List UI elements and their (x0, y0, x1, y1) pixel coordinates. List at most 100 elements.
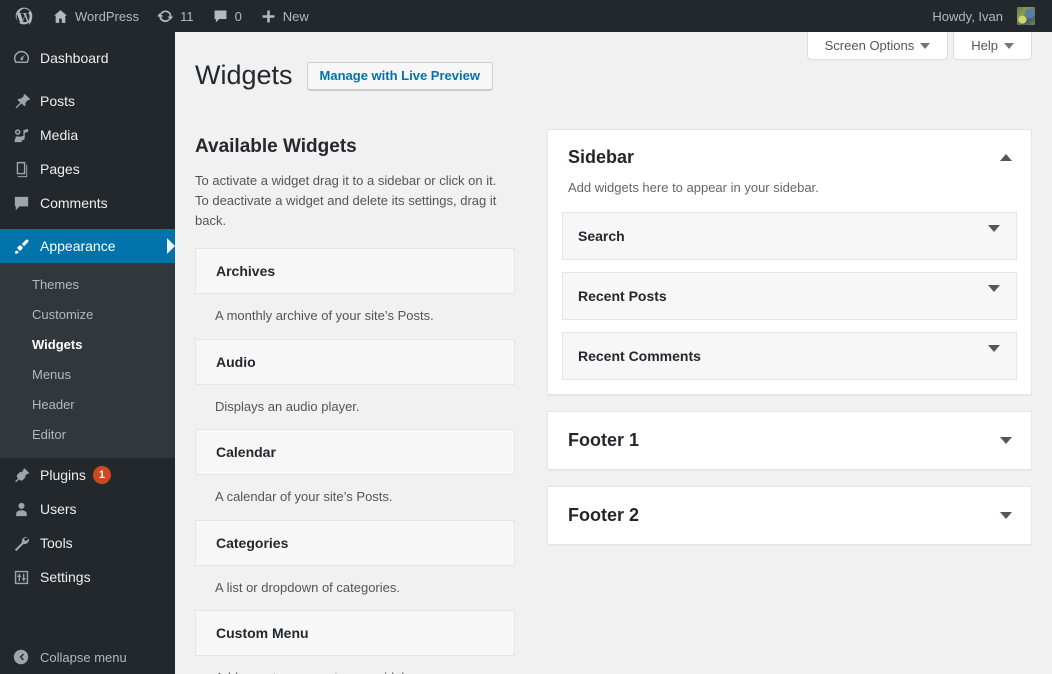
sidebar-widget-item[interactable]: Recent Comments (562, 331, 1017, 380)
plugins-update-badge: 1 (92, 466, 111, 484)
page-header: Widgets Manage with Live Preview (195, 58, 493, 93)
help-tab[interactable]: Help (953, 32, 1032, 60)
home-icon (54, 9, 67, 23)
content-area: Screen Options Help Widgets Manage with … (175, 32, 1052, 674)
widget-card-description: A calendar of your site’s Posts. (215, 489, 393, 505)
sidebar-widget-item[interactable]: Recent Posts (562, 271, 1017, 320)
sidebar-item-users[interactable]: Users (0, 492, 175, 526)
sidebar-item-posts[interactable]: Posts (0, 84, 175, 118)
sidebar-panel-footer-1: Footer 1 (547, 410, 1032, 470)
screen-options-label: Screen Options (824, 38, 915, 53)
widget-card[interactable]: Audio (195, 338, 515, 385)
sidebar-widget-title: Recent Comments (578, 347, 701, 364)
sidebar-item-label: Tools (40, 535, 73, 551)
collapse-menu-button[interactable]: Collapse menu (0, 640, 175, 674)
sidebar-item-label: Posts (40, 93, 76, 109)
sidebar-item-media[interactable]: Media (0, 118, 175, 152)
sidebar-item-label: Appearance (40, 238, 116, 254)
sidebar-panel-sidebar: Sidebar Add widgets here to appear in yo… (547, 129, 1032, 395)
widget-card-title: Archives (216, 263, 276, 280)
user-icon (11, 499, 31, 519)
sidebar-item-label: Settings (40, 569, 91, 585)
chevron-down-icon[interactable] (988, 284, 1000, 310)
sidebar-item-settings[interactable]: Settings (0, 560, 175, 594)
media-icon (11, 125, 31, 145)
menu-group-separator-1 (0, 75, 175, 84)
comment-bubble-icon (214, 10, 227, 22)
widget-card-description: Displays an audio player. (215, 398, 360, 414)
help-label: Help (971, 38, 998, 53)
sidebar-item-tools[interactable]: Tools (0, 526, 175, 560)
sidebar-item-appearance[interactable]: Appearance (0, 229, 175, 263)
sidebar-item-themes[interactable]: Themes (0, 270, 175, 300)
widget-card[interactable]: Categories (195, 519, 515, 566)
widget-card-description: A list or dropdown of categories. (215, 579, 400, 595)
available-widgets-title: Available Widgets (195, 136, 357, 157)
collapse-menu-label: Collapse menu (40, 649, 127, 665)
wp-logo-menu[interactable] (5, 0, 43, 32)
widget-card[interactable]: Custom Menu (195, 610, 515, 657)
sidebar-widget-title: Recent Posts (578, 287, 667, 304)
admin-bar-left: WordPress 11 0 New (0, 0, 318, 32)
site-name-menu[interactable]: WordPress (43, 0, 148, 32)
sidebar-widget-title: Search (578, 227, 625, 244)
sidebar-item-menus[interactable]: Menus (0, 360, 175, 390)
sidebar-panel-header[interactable]: Footer 1 (548, 412, 1031, 469)
available-widgets-panel: Available Widgets To activate a widget d… (195, 135, 535, 674)
comments-count: 0 (234, 8, 242, 24)
menu-top-spacer (0, 32, 175, 41)
chevron-up-icon[interactable] (999, 150, 1013, 164)
admin-bar-right: Howdy, Ivan (923, 0, 1052, 32)
widget-card[interactable]: Archives (195, 248, 515, 295)
widget-card-title: Calendar (216, 444, 276, 461)
sidebar-widget-item[interactable]: Search (562, 211, 1017, 260)
sidebar-item-label: Pages (40, 161, 80, 177)
widget-card-title: Custom Menu (216, 625, 309, 642)
widget-card[interactable]: Calendar (195, 429, 515, 476)
sidebar-item-label: Media (40, 127, 79, 143)
manage-with-live-preview-button[interactable]: Manage with Live Preview (306, 61, 493, 90)
sidebar-item-header[interactable]: Header (0, 390, 175, 420)
avatar (1017, 7, 1035, 25)
sidebar-item-comments[interactable]: Comments (0, 186, 175, 220)
chevron-down-icon[interactable] (999, 433, 1013, 447)
plus-icon (262, 10, 275, 22)
chevron-down-icon[interactable] (999, 508, 1013, 522)
widget-card-title: Audio (216, 353, 256, 370)
sidebar-panel-body: Search Recent Posts Recent Comments (548, 211, 1031, 394)
admin-sidebar-menu: Dashboard Posts Media Pages Comments App… (0, 32, 175, 674)
sidebar-item-pages[interactable]: Pages (0, 152, 175, 186)
menu-group-separator-2 (0, 220, 175, 229)
available-widgets-description: To activate a widget drag it to a sideba… (195, 172, 497, 228)
sidebar-item-label: Plugins (40, 467, 86, 483)
pin-icon (11, 91, 31, 111)
widget-card-title: Categories (216, 534, 289, 551)
sidebar-item-dashboard[interactable]: Dashboard (0, 41, 175, 75)
wrench-icon (11, 533, 31, 553)
updates-count: 11 (180, 8, 194, 24)
sidebar-item-plugins[interactable]: Plugins 1 (0, 458, 175, 492)
chevron-down-icon[interactable] (988, 224, 1000, 250)
wordpress-logo-icon (15, 7, 33, 25)
new-content-label: New (282, 8, 309, 24)
comments-menu[interactable]: 0 (203, 0, 251, 32)
new-content-menu[interactable]: New (251, 0, 318, 32)
settings-sliders-icon (11, 567, 31, 587)
screen-options-tab[interactable]: Screen Options (806, 32, 949, 60)
chevron-down-icon[interactable] (988, 344, 1000, 370)
sidebar-panel-title: Footer 2 (568, 504, 640, 525)
plugin-icon (11, 465, 31, 485)
sidebar-item-widgets[interactable]: Widgets (0, 330, 175, 360)
updates-menu[interactable]: 11 (148, 0, 203, 32)
sidebar-panel-footer-2: Footer 2 (547, 485, 1032, 545)
sidebar-panel-header[interactable]: Sidebar Add widgets here to appear in yo… (548, 130, 1031, 212)
comments-icon (11, 193, 31, 213)
chevron-down-icon (920, 42, 931, 49)
sidebar-panel-title: Footer 1 (568, 429, 640, 450)
sidebar-item-editor[interactable]: Editor (0, 420, 175, 450)
screen-meta-links: Screen Options Help (806, 32, 1032, 60)
sidebar-panel-header[interactable]: Footer 2 (548, 487, 1031, 544)
my-account-menu[interactable]: Howdy, Ivan (923, 0, 1044, 32)
sidebar-item-customize[interactable]: Customize (0, 300, 175, 330)
dashboard-icon (11, 48, 31, 68)
